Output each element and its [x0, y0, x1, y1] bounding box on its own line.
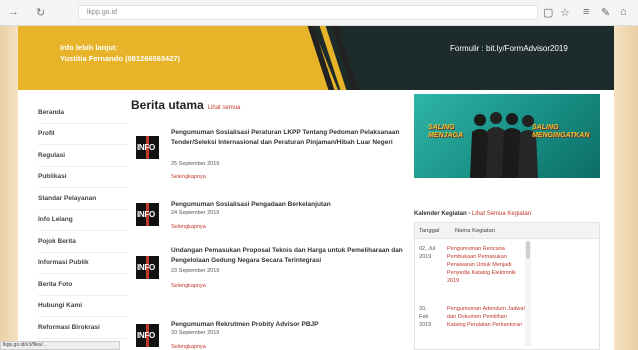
status-bar: lkpp.go.id/v3/files/...: [0, 341, 120, 350]
top-banner[interactable]: Info lebih lanjut: Yustitia Fernando (08…: [18, 26, 614, 90]
sidebar-item-reformasi-birokrasi[interactable]: Reformasi Birokrasi: [38, 317, 128, 339]
sidebar-item-berita-foto[interactable]: Berita Foto: [38, 274, 128, 296]
date-month: Feb: [419, 314, 429, 320]
selengkapnya-link[interactable]: Selengkapnya: [171, 344, 206, 350]
lihat-semua-link[interactable]: Lihat semua: [208, 105, 241, 111]
sidebar-item-pojok-berita[interactable]: Pojok Berita: [38, 231, 128, 253]
thumbnail-label: INFO: [137, 263, 155, 272]
kalender-header: Kalender Kegiatan - Lihat Semua Kegiatan: [414, 211, 532, 217]
sidebar-item-publikasi[interactable]: Publikasi: [38, 167, 128, 188]
news-item: INFO Pengumuman Sosialisasi Pengadaan Be…: [131, 200, 401, 240]
lihat-semua-kegiatan-link[interactable]: Lihat Semua Kegiatan: [472, 211, 531, 217]
sidebar-menu: Beranda Profil Regulasi Publikasi Standa…: [38, 102, 128, 339]
page-content: Info lebih lanjut: Yustitia Fernando (08…: [18, 26, 614, 350]
kalender-table: Tanggal Nama Kegiatan 02, Jul 2019 Pengu…: [414, 222, 600, 350]
section-title: Berita utama: [131, 98, 204, 112]
promo-right-line2: MENGINGATKAN: [532, 132, 590, 139]
sidebar-item-regulasi[interactable]: Regulasi: [38, 145, 128, 167]
sidebar-item-info-lelang[interactable]: Info Lelang: [38, 210, 128, 231]
info-thumbnail[interactable]: INFO: [136, 324, 159, 347]
col-tanggal: Tanggal: [419, 228, 440, 234]
date-day: 20,: [419, 306, 427, 312]
selengkapnya-link[interactable]: Selengkapnya: [171, 283, 206, 289]
page-background-left: [0, 26, 18, 350]
news-item: INFO Undangan Pemasukan Proposal Teknis …: [131, 246, 403, 298]
url-bar[interactable]: lkpp.go.id: [78, 5, 538, 20]
berita-utama-section: Berita utama Lihat semua INFO Pengumuman …: [131, 98, 403, 350]
date-day: 02, Jul: [419, 246, 436, 252]
thumbnail-label: INFO: [137, 143, 155, 152]
reload-icon[interactable]: ↻: [36, 6, 45, 19]
section-header: Berita utama Lihat semua: [131, 98, 401, 112]
news-date: 23 September 2019: [171, 268, 220, 274]
kalender-table-header: Tanggal Nama Kegiatan: [415, 223, 599, 239]
banner-info-label: Info lebih lanjut:: [60, 43, 118, 52]
news-item: INFO Pengumuman Sosialisasi Peraturan LK…: [131, 128, 401, 186]
scrollbar-thumb[interactable]: [526, 241, 530, 259]
selengkapnya-link[interactable]: Selengkapnya: [171, 224, 206, 230]
thumbnail-label: INFO: [137, 210, 155, 219]
browser-toolbar: → ↻ lkpp.go.id ▢ ☆ ≡ ✎ ⌂: [0, 0, 638, 26]
hub-icon[interactable]: ≡: [583, 6, 589, 18]
promo-left-text: SALING MENJAGA: [428, 124, 463, 140]
web-note-icon[interactable]: ✎: [601, 6, 610, 19]
favorite-star-icon[interactable]: ☆: [560, 6, 570, 19]
sidebar-item-beranda[interactable]: Beranda: [38, 102, 128, 124]
kalender-event-name[interactable]: Pengumuman Adendum Jadwal dan Dokumen Pe…: [447, 305, 527, 329]
news-item: INFO Pengumuman Rekrutmen Probity Adviso…: [131, 320, 401, 350]
col-nama-kegiatan: Nama Kegiatan: [455, 228, 495, 234]
news-title[interactable]: Pengumuman Rekrutmen Probity Advisor PBJ…: [171, 320, 406, 330]
info-thumbnail[interactable]: INFO: [136, 256, 159, 279]
info-thumbnail[interactable]: INFO: [136, 203, 159, 226]
selengkapnya-link[interactable]: Selengkapnya: [171, 174, 206, 180]
group-silhouette-image: [470, 112, 538, 178]
url-text: lkpp.go.id: [87, 9, 117, 16]
banner-formulir-link[interactable]: Formulir : bit.ly/FormAdvisor2019: [450, 44, 568, 53]
reading-view-icon[interactable]: ▢: [543, 6, 553, 19]
kalender-title: Kalender Kegiatan: [414, 211, 467, 217]
kalender-event-name[interactable]: Pengumuman Rencana Pembukaan Pemasukan P…: [447, 245, 527, 285]
sidebar-item-standar-pelayanan[interactable]: Standar Pelayanan: [38, 188, 128, 210]
sidebar-item-informasi-publik[interactable]: Informasi Publik: [38, 253, 128, 274]
back-arrow-icon[interactable]: →: [8, 6, 19, 18]
sidebar-item-hubungi-kami[interactable]: Hubungi Kami: [38, 296, 128, 317]
thumbnail-label: INFO: [137, 331, 155, 340]
date-year: 2019: [419, 254, 432, 260]
promo-left-line2: MENJAGA: [428, 132, 464, 139]
news-date: 24 September 2019: [171, 210, 220, 216]
kalender-date: 20, Feb 2019: [419, 305, 439, 329]
promo-right-text: SALING MENGINGATKAN: [532, 124, 589, 140]
kalender-date: 02, Jul 2019: [419, 245, 439, 261]
news-title[interactable]: Pengumuman Sosialisasi Peraturan LKPP Te…: [171, 128, 406, 147]
news-date: 25 September 2019: [171, 161, 220, 167]
page-background-right: [614, 26, 638, 350]
news-date: 20 September 2019: [171, 330, 220, 336]
banner-contact: Yustitia Fernando (081266563427): [60, 54, 181, 63]
promo-banner[interactable]: SALING MENJAGA SALING MENGINGATKAN: [414, 94, 600, 178]
sidebar-item-profil[interactable]: Profil: [38, 124, 128, 145]
share-icon[interactable]: ⌂: [620, 6, 627, 18]
info-thumbnail[interactable]: INFO: [136, 136, 159, 159]
news-title[interactable]: Pengumuman Sosialisasi Pengadaan Berkela…: [171, 200, 406, 210]
promo-left-line1: SALING: [428, 124, 455, 131]
date-year: 2019: [419, 322, 432, 328]
news-title[interactable]: Undangan Pemasukan Proposal Teknis dan H…: [171, 246, 406, 265]
promo-right-line1: SALING: [532, 124, 559, 131]
kalender-scrollbar[interactable]: [525, 241, 531, 346]
